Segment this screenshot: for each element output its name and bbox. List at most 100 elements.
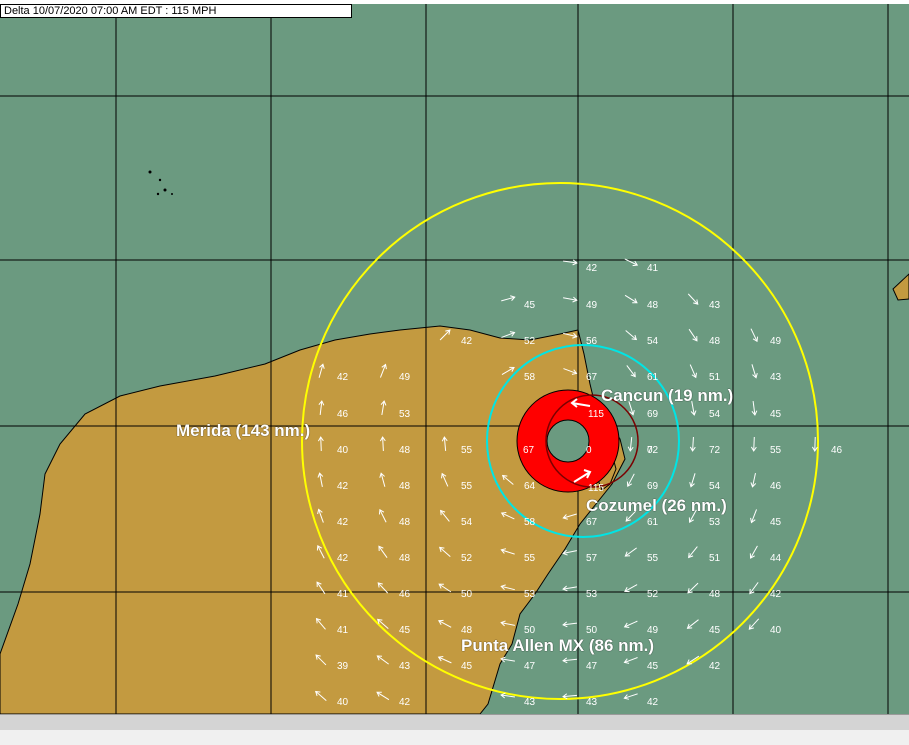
wind-speed-label: 55 [461, 481, 473, 492]
wind-speed-label: 48 [399, 517, 411, 528]
wind-speed-label: 42 [399, 697, 411, 708]
wind-barb: 69 [626, 473, 659, 492]
wind-barb: 72 [689, 436, 721, 456]
wind-speed-label: 45 [709, 625, 721, 636]
wind-speed-label: 53 [709, 517, 721, 528]
wind-speed-label: 48 [399, 481, 411, 492]
wind-speed-label: 48 [647, 300, 659, 311]
small-islands [148, 170, 173, 196]
wind-speed-label: 52 [647, 589, 659, 600]
wind-speed-label: 40 [770, 625, 782, 636]
wind-barb: 44 [749, 545, 782, 564]
wind-speed-label: 49 [586, 300, 598, 311]
wind-speed-label: 42 [709, 661, 721, 672]
wind-barb: 41 [624, 258, 659, 274]
wind-speed-label: 50 [524, 625, 536, 636]
wind-speed-label: 55 [524, 553, 536, 564]
wind-speed-label: 49 [770, 336, 782, 347]
wind-barb: 54 [625, 330, 659, 347]
bottom-panel [0, 730, 909, 745]
wind-speed-label: 42 [337, 481, 349, 492]
wind-speed-label: 41 [647, 263, 659, 274]
wind-barb: 53 [562, 585, 598, 600]
wind-barb: 42 [623, 693, 659, 708]
wind-arrow-shaft [687, 582, 699, 594]
wind-barb: 48 [624, 294, 659, 311]
wind-barb: 54 [689, 473, 721, 492]
wind-speed-label: 46 [831, 445, 843, 456]
wind-speed-label: 50 [461, 589, 473, 600]
wind-speed-label: 72 [709, 445, 721, 456]
wind-speed-label: 48 [709, 336, 721, 347]
wind-arrow-shaft [320, 436, 322, 452]
wind-speed-label: 48 [399, 445, 411, 456]
wind-speed-label: 48 [399, 553, 411, 564]
map-canvas[interactable]: 42 41 45 49 48 43 42 52 56 54 48 49 42 49 58 67 61 51 43 46… [0, 4, 909, 714]
storm-map-window: 42 41 45 49 48 43 42 52 56 54 48 49 42 49 58 67 61 51 43 46… [0, 0, 909, 745]
wind-barb: 51 [688, 546, 721, 564]
wind-speed-label: 57 [586, 553, 598, 564]
wind-speed-label: 43 [586, 697, 598, 708]
wind-speed-label: 42 [337, 553, 349, 564]
wind-speed-label: 42 [586, 263, 598, 274]
wind-speed-label: 55 [770, 445, 782, 456]
core-speed-south: 115 [588, 483, 604, 494]
wind-barb: 45 [623, 657, 659, 672]
wind-barb: 47 [500, 656, 536, 672]
wind-speed-label: 52 [461, 553, 473, 564]
wind-barb: 47 [562, 657, 598, 672]
wind-speed-label: 45 [647, 661, 659, 672]
core-speed-west: 67 [523, 445, 535, 456]
eye-speed: 0 [586, 445, 592, 456]
wind-speed-label: 45 [524, 300, 536, 311]
cancun-distance-label: Cancun (19 nm.) [601, 386, 734, 405]
wind-speed-label: 54 [709, 481, 721, 492]
wind-speed-label: 53 [586, 589, 598, 600]
wind-barb: 43 [687, 293, 721, 311]
wind-speed-label: 51 [709, 372, 721, 383]
wind-speed-label: 58 [524, 517, 536, 528]
wind-speed-label: 43 [524, 697, 536, 708]
wind-speed-label: 41 [337, 625, 349, 636]
cozumel-distance-label: Cozumel (26 nm.) [586, 496, 727, 515]
wind-barb: 43 [751, 364, 782, 383]
wind-barb: 45 [751, 400, 782, 420]
wind-speed-label: 40 [337, 697, 349, 708]
wind-speed-label: 42 [337, 517, 349, 528]
wind-barb: 57 [562, 549, 598, 564]
wind-speed-label: 53 [524, 589, 536, 600]
wind-speed-label: 46 [770, 481, 782, 492]
wind-speed-label: 45 [770, 409, 782, 420]
wind-speed-label: 43 [709, 300, 721, 311]
wind-speed-label: 41 [337, 589, 349, 600]
wind-speed-label: 53 [399, 409, 411, 420]
wind-speed-label: 64 [524, 481, 536, 492]
wind-speed-label: 44 [770, 553, 782, 564]
wind-barb: 43 [562, 693, 598, 708]
wind-speed-label: 43 [399, 661, 411, 672]
map-svg: 42 41 45 49 48 43 42 52 56 54 48 49 42 49 58 67 61 51 43 46… [0, 4, 909, 714]
wind-speed-label: 67 [586, 372, 598, 383]
status-strip [0, 714, 909, 731]
wind-barb: 45 [686, 619, 721, 636]
wind-speed-label: 47 [524, 661, 536, 672]
wind-barb: 46 [750, 473, 782, 492]
core-speed-north: 115 [588, 409, 604, 420]
wind-speed-label: 49 [647, 625, 659, 636]
wind-arrow-shaft [625, 330, 637, 340]
wind-speed-label: 48 [709, 589, 721, 600]
wind-arrow-shaft [687, 293, 699, 305]
wind-barb: 50 [562, 621, 598, 636]
wind-barb: 45 [501, 295, 536, 311]
wind-barb: 51 [689, 364, 721, 383]
wind-barb: 55 [624, 547, 659, 564]
core-speed-east: 72 [647, 445, 659, 456]
cuba-tip-land [892, 273, 909, 301]
wind-speed-label: 67 [586, 517, 598, 528]
wind-speed-label: 50 [586, 625, 598, 636]
wind-speed-label: 54 [461, 517, 473, 528]
wind-arrow-shaft [748, 618, 760, 630]
wind-speed-label: 69 [647, 481, 659, 492]
wind-speed-label: 45 [461, 661, 473, 672]
wind-speed-label: 39 [337, 661, 349, 672]
